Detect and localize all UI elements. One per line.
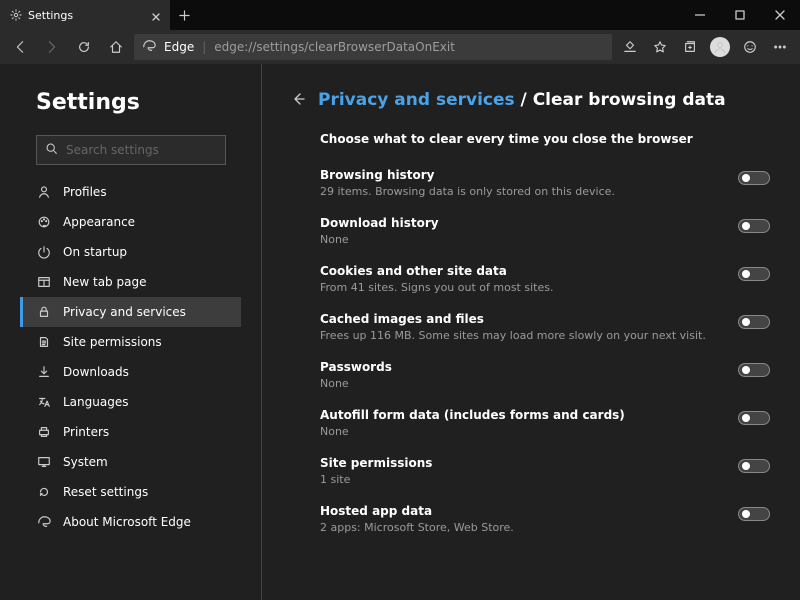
option-desc: 1 site bbox=[320, 473, 726, 486]
profile-avatar[interactable] bbox=[706, 33, 734, 61]
option-desc: None bbox=[320, 233, 726, 246]
toggle[interactable] bbox=[738, 267, 770, 281]
sidebar-item-label: Privacy and services bbox=[63, 305, 186, 319]
edge-logo-icon bbox=[142, 39, 156, 56]
sidebar-item-system[interactable]: System bbox=[20, 447, 241, 477]
address-app: Edge bbox=[164, 40, 194, 54]
section-subtitle: Choose what to clear every time you clos… bbox=[320, 132, 780, 146]
breadcrumb-current: Clear browsing data bbox=[533, 90, 726, 110]
sidebar-item-label: Site permissions bbox=[63, 335, 162, 349]
window-controls bbox=[680, 0, 800, 30]
collections-icon[interactable] bbox=[676, 33, 704, 61]
option-download-history: Download history None bbox=[320, 216, 780, 246]
option-desc: Frees up 116 MB. Some sites may load mor… bbox=[320, 329, 726, 342]
toggle[interactable] bbox=[738, 459, 770, 473]
option-desc: None bbox=[320, 377, 726, 390]
browser-tab[interactable]: Settings bbox=[0, 0, 170, 30]
option-label: Passwords bbox=[320, 360, 726, 374]
page-title: Settings bbox=[36, 90, 241, 115]
sidebar-item-newtab[interactable]: New tab page bbox=[20, 267, 241, 297]
feedback-icon[interactable] bbox=[736, 33, 764, 61]
titlebar: Settings bbox=[0, 0, 800, 30]
sidebar-item-downloads[interactable]: Downloads bbox=[20, 357, 241, 387]
sidebar-item-label: New tab page bbox=[63, 275, 146, 289]
home-button[interactable] bbox=[102, 33, 130, 61]
sidebar-item-permissions[interactable]: Site permissions bbox=[20, 327, 241, 357]
close-tab-icon[interactable] bbox=[152, 11, 160, 19]
gear-icon bbox=[10, 9, 22, 21]
reading-view-icon[interactable] bbox=[616, 33, 644, 61]
toolbar: Edge | edge://settings/clearBrowserDataO… bbox=[0, 30, 800, 64]
sidebar-item-label: Downloads bbox=[63, 365, 129, 379]
sidebar-item-label: Languages bbox=[63, 395, 128, 409]
sidebar-item-languages[interactable]: Languages bbox=[20, 387, 241, 417]
option-desc: 2 apps: Microsoft Store, Web Store. bbox=[320, 521, 726, 534]
sidebar-item-label: Printers bbox=[63, 425, 109, 439]
menu-icon[interactable] bbox=[766, 33, 794, 61]
address-bar[interactable]: Edge | edge://settings/clearBrowserDataO… bbox=[134, 34, 612, 60]
sidebar-item-label: Reset settings bbox=[63, 485, 148, 499]
sidebar-item-about[interactable]: About Microsoft Edge bbox=[20, 507, 241, 537]
close-window-button[interactable] bbox=[760, 0, 800, 30]
options-list: Browsing history 29 items. Browsing data … bbox=[320, 168, 780, 534]
toggle[interactable] bbox=[738, 411, 770, 425]
toggle[interactable] bbox=[738, 507, 770, 521]
maximize-button[interactable] bbox=[720, 0, 760, 30]
option-site-permissions: Site permissions 1 site bbox=[320, 456, 780, 486]
back-arrow-button[interactable] bbox=[290, 91, 306, 110]
sidebar-item-startup[interactable]: On startup bbox=[20, 237, 241, 267]
option-desc: 29 items. Browsing data is only stored o… bbox=[320, 185, 726, 198]
breadcrumb-link[interactable]: Privacy and services bbox=[318, 90, 515, 110]
breadcrumb: Privacy and services / Clear browsing da… bbox=[290, 90, 780, 110]
option-label: Browsing history bbox=[320, 168, 726, 182]
option-desc: None bbox=[320, 425, 726, 438]
option-hosted-app-data: Hosted app data 2 apps: Microsoft Store, … bbox=[320, 504, 780, 534]
favorites-icon[interactable] bbox=[646, 33, 674, 61]
option-label: Site permissions bbox=[320, 456, 726, 470]
address-url: edge://settings/clearBrowserDataOnExit bbox=[214, 40, 455, 54]
option-label: Cached images and files bbox=[320, 312, 726, 326]
sidebar-item-reset[interactable]: Reset settings bbox=[20, 477, 241, 507]
toggle[interactable] bbox=[738, 171, 770, 185]
search-placeholder: Search settings bbox=[66, 143, 159, 157]
new-tab-button[interactable] bbox=[170, 0, 198, 30]
option-cache: Cached images and files Frees up 116 MB. … bbox=[320, 312, 780, 342]
option-passwords: Passwords None bbox=[320, 360, 780, 390]
option-label: Download history bbox=[320, 216, 726, 230]
sidebar-item-label: On startup bbox=[63, 245, 127, 259]
sidebar-item-profiles[interactable]: Profiles bbox=[20, 177, 241, 207]
back-button[interactable] bbox=[6, 33, 34, 61]
toggle[interactable] bbox=[738, 363, 770, 377]
sidebar-item-label: About Microsoft Edge bbox=[63, 515, 191, 529]
main-panel: Privacy and services / Clear browsing da… bbox=[262, 64, 800, 600]
option-desc: From 41 sites. Signs you out of most sit… bbox=[320, 281, 726, 294]
option-label: Autofill form data (includes forms and c… bbox=[320, 408, 726, 422]
option-label: Cookies and other site data bbox=[320, 264, 726, 278]
option-cookies: Cookies and other site data From 41 sites… bbox=[320, 264, 780, 294]
sidebar-item-label: System bbox=[63, 455, 108, 469]
toggle[interactable] bbox=[738, 219, 770, 233]
sidebar-nav: Profiles Appearance On startup New tab p… bbox=[20, 177, 241, 537]
search-icon bbox=[45, 142, 58, 158]
option-label: Hosted app data bbox=[320, 504, 726, 518]
forward-button[interactable] bbox=[38, 33, 66, 61]
sidebar-item-label: Appearance bbox=[63, 215, 135, 229]
minimize-button[interactable] bbox=[680, 0, 720, 30]
option-browsing-history: Browsing history 29 items. Browsing data … bbox=[320, 168, 780, 198]
toggle[interactable] bbox=[738, 315, 770, 329]
sidebar-item-appearance[interactable]: Appearance bbox=[20, 207, 241, 237]
sidebar-item-printers[interactable]: Printers bbox=[20, 417, 241, 447]
refresh-button[interactable] bbox=[70, 33, 98, 61]
sidebar-item-privacy[interactable]: Privacy and services bbox=[20, 297, 241, 327]
sidebar-item-label: Profiles bbox=[63, 185, 107, 199]
search-input[interactable]: Search settings bbox=[36, 135, 226, 165]
sidebar: Settings Search settings Profiles Appear… bbox=[0, 64, 262, 600]
tab-title: Settings bbox=[28, 9, 73, 22]
option-autofill: Autofill form data (includes forms and c… bbox=[320, 408, 780, 438]
